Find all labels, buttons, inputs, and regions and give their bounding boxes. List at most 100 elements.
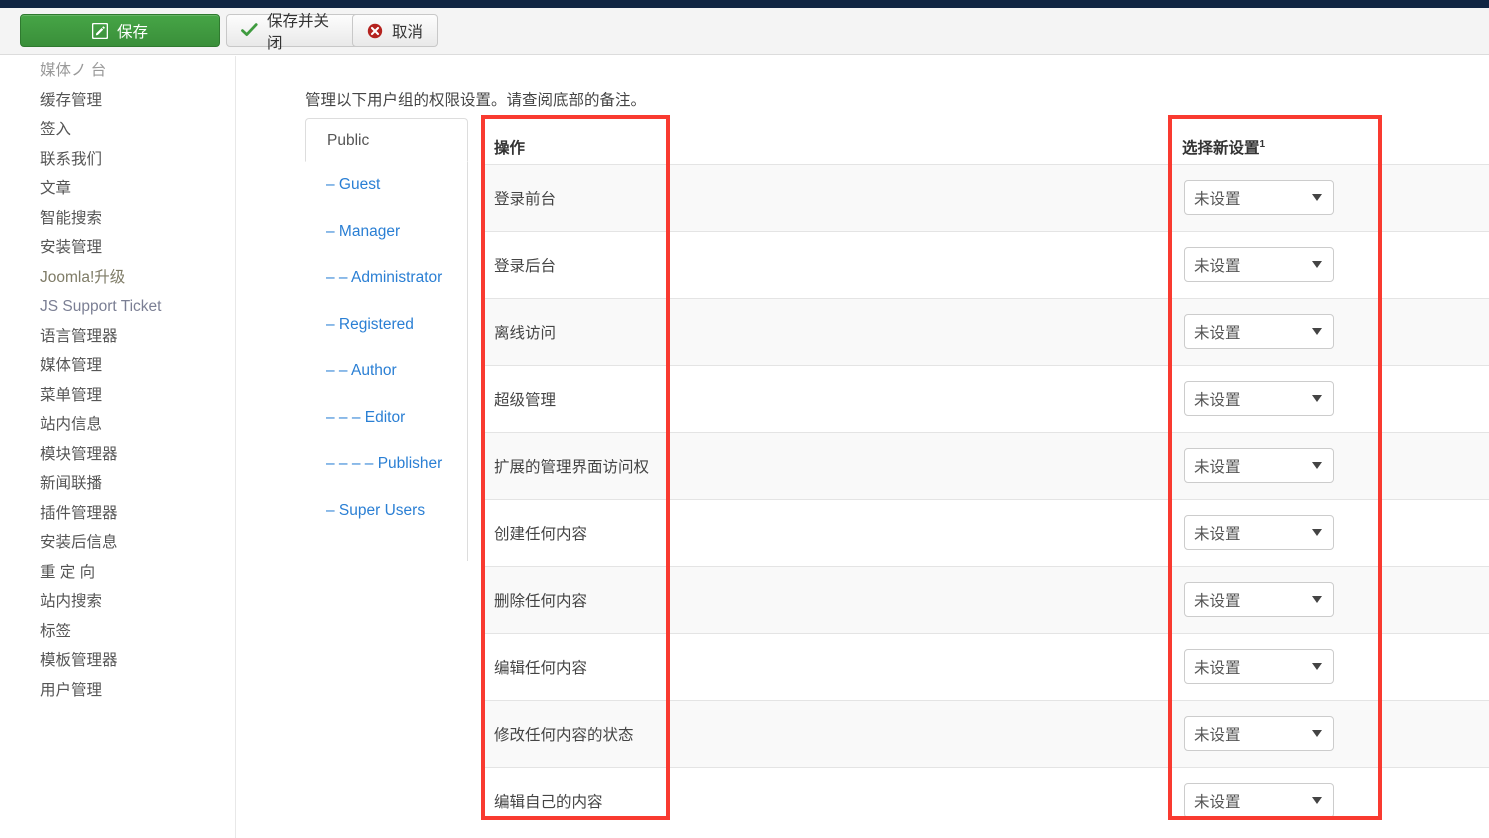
sidebar-item-12[interactable]: 站内信息 bbox=[0, 410, 235, 440]
setting-cell: 未设置 bbox=[1169, 431, 1489, 499]
sidebar-item-13[interactable]: 模块管理器 bbox=[0, 440, 235, 470]
setting-select[interactable]: 未设置 bbox=[1184, 716, 1334, 751]
sidebar-item-21[interactable]: 用户管理 bbox=[0, 676, 235, 706]
action-label-cell: 登录后台 bbox=[481, 230, 671, 298]
chevron-down-icon bbox=[1312, 663, 1322, 670]
toolbar: 保存 保存并关闭 取消 bbox=[0, 8, 1489, 55]
table-row: 登录前台 未设置 bbox=[481, 163, 1489, 231]
sidebar: 媒体ノ 台缓存管理 签入 联系我们 文章 智能搜索 安装管理 Joomla!升级 JS Sup… bbox=[0, 56, 236, 838]
chevron-down-icon bbox=[1312, 328, 1322, 335]
middle-cell bbox=[671, 163, 1169, 231]
sidebar-item-1[interactable]: 缓存管理 bbox=[0, 86, 235, 116]
table-row: 超级管理 未设置 bbox=[481, 364, 1489, 432]
setting-cell: 未设置 bbox=[1169, 364, 1489, 432]
setting-select-value: 未设置 bbox=[1194, 659, 1241, 677]
sidebar-item-17[interactable]: 重 定 向 bbox=[0, 558, 235, 588]
sidebar-item-20[interactable]: 模板管理器 bbox=[0, 646, 235, 676]
group-tab-list: Public – Guest – Manager – – Administrator… bbox=[305, 118, 468, 561]
save-and-close-button-label: 保存并关闭 bbox=[267, 12, 330, 52]
sidebar-item-2[interactable]: 签入 bbox=[0, 115, 235, 145]
sidebar-item-18[interactable]: 站内搜索 bbox=[0, 587, 235, 617]
page-description: 管理以下用户组的权限设置。请查阅底部的备注。 bbox=[305, 92, 647, 109]
middle-cell bbox=[671, 431, 1169, 499]
group-tab-item-5[interactable]: – – – Editor bbox=[305, 395, 467, 442]
group-tab-public[interactable]: Public bbox=[305, 118, 468, 162]
setting-cell: 未设置 bbox=[1169, 297, 1489, 365]
chevron-down-icon bbox=[1312, 194, 1322, 201]
setting-select-value: 未设置 bbox=[1194, 324, 1241, 342]
sidebar-item-8[interactable]: JS Support Ticket bbox=[0, 292, 235, 322]
sidebar-item-5[interactable]: 智能搜索 bbox=[0, 204, 235, 234]
table-row: 修改任何内容的状态 未设置 bbox=[481, 699, 1489, 767]
sidebar-item-16[interactable]: 安装后信息 bbox=[0, 528, 235, 558]
column-header-setting: 选择新设置1 bbox=[1169, 118, 1489, 164]
sidebar-item-19[interactable]: 标签 bbox=[0, 617, 235, 647]
setting-select[interactable]: 未设置 bbox=[1184, 582, 1334, 617]
save-button[interactable]: 保存 bbox=[20, 14, 220, 47]
table-row: 扩展的管理界面访问权 未设置 bbox=[481, 431, 1489, 499]
column-header-middle bbox=[671, 118, 1169, 164]
group-tab-item-1[interactable]: – Manager bbox=[305, 209, 467, 256]
chevron-down-icon bbox=[1312, 462, 1322, 469]
cancel-button-label: 取消 bbox=[392, 23, 424, 41]
table-row: 创建任何内容 未设置 bbox=[481, 498, 1489, 566]
setting-cell: 未设置 bbox=[1169, 632, 1489, 700]
action-label-cell: 超级管理 bbox=[481, 364, 671, 432]
group-tab-item-0[interactable]: – Guest bbox=[305, 162, 467, 209]
action-label-cell: 修改任何内容的状态 bbox=[481, 699, 671, 767]
action-label-cell: 离线访问 bbox=[481, 297, 671, 365]
table-row: 离线访问 未设置 bbox=[481, 297, 1489, 365]
setting-select[interactable]: 未设置 bbox=[1184, 381, 1334, 416]
sidebar-item-4[interactable]: 文章 bbox=[0, 174, 235, 204]
sidebar-item-9[interactable]: 语言管理器 bbox=[0, 322, 235, 352]
middle-cell bbox=[671, 364, 1169, 432]
sidebar-item-15[interactable]: 插件管理器 bbox=[0, 499, 235, 529]
save-and-close-button[interactable]: 保存并关闭 bbox=[226, 13, 359, 52]
table-row: 编辑任何内容 未设置 bbox=[481, 632, 1489, 700]
table-row: 登录后台 未设置 bbox=[481, 230, 1489, 298]
sidebar-item-14[interactable]: 新闻联播 bbox=[0, 469, 235, 499]
group-tab-item-3[interactable]: – Registered bbox=[305, 302, 467, 349]
setting-select-value: 未设置 bbox=[1194, 793, 1241, 811]
middle-cell bbox=[671, 297, 1169, 365]
cancel-button[interactable]: 取消 bbox=[352, 14, 438, 47]
sidebar-item-6[interactable]: 安装管理 bbox=[0, 233, 235, 263]
action-label-cell: 登录前台 bbox=[481, 163, 671, 231]
sidebar-item-11[interactable]: 菜单管理 bbox=[0, 381, 235, 411]
group-tab-item-4[interactable]: – – Author bbox=[305, 348, 467, 395]
setting-select-value: 未设置 bbox=[1194, 391, 1241, 409]
check-icon bbox=[241, 23, 258, 38]
action-label-cell: 扩展的管理界面访问权 bbox=[481, 431, 671, 499]
chevron-down-icon bbox=[1312, 730, 1322, 737]
sidebar-item-7[interactable]: Joomla!升级 bbox=[0, 263, 235, 293]
setting-select[interactable]: 未设置 bbox=[1184, 314, 1334, 349]
column-header-action: 操作 bbox=[494, 140, 526, 157]
middle-cell bbox=[671, 766, 1169, 834]
setting-select-value: 未设置 bbox=[1194, 525, 1241, 543]
permissions-table-head: 操作 选择新设置1 bbox=[481, 118, 1489, 164]
sidebar-item-0[interactable]: 媒体ノ 台 bbox=[0, 56, 235, 86]
table-header-row: 操作 选择新设置1 bbox=[481, 118, 1489, 164]
setting-select[interactable]: 未设置 bbox=[1184, 649, 1334, 684]
middle-cell bbox=[671, 632, 1169, 700]
chevron-down-icon bbox=[1312, 395, 1322, 402]
group-tab-item-2[interactable]: – – Administrator bbox=[305, 255, 467, 302]
setting-select[interactable]: 未设置 bbox=[1184, 515, 1334, 550]
group-tab-item-7[interactable]: – Super Users bbox=[305, 488, 467, 535]
close-circle-icon bbox=[367, 23, 383, 39]
chevron-down-icon bbox=[1312, 596, 1322, 603]
setting-select[interactable]: 未设置 bbox=[1184, 180, 1334, 215]
action-label-cell: 编辑自己的内容 bbox=[481, 766, 671, 834]
middle-cell bbox=[671, 699, 1169, 767]
group-tab-item-6[interactable]: – – – – Publisher bbox=[305, 441, 467, 488]
setting-select[interactable]: 未设置 bbox=[1184, 783, 1334, 819]
sidebar-item-10[interactable]: 媒体管理 bbox=[0, 351, 235, 381]
middle-cell bbox=[671, 565, 1169, 633]
top-navy-bar bbox=[0, 0, 1489, 8]
permissions-table: 操作 选择新设置1 登录前台 未设置 登录后台 未设置 离线访问 未设置 超级管理 未设置 扩展… bbox=[481, 118, 1489, 834]
middle-cell bbox=[671, 230, 1169, 298]
setting-select[interactable]: 未设置 bbox=[1184, 448, 1334, 483]
chevron-down-icon bbox=[1312, 797, 1322, 805]
sidebar-item-3[interactable]: 联系我们 bbox=[0, 145, 235, 175]
setting-select[interactable]: 未设置 bbox=[1184, 247, 1334, 282]
